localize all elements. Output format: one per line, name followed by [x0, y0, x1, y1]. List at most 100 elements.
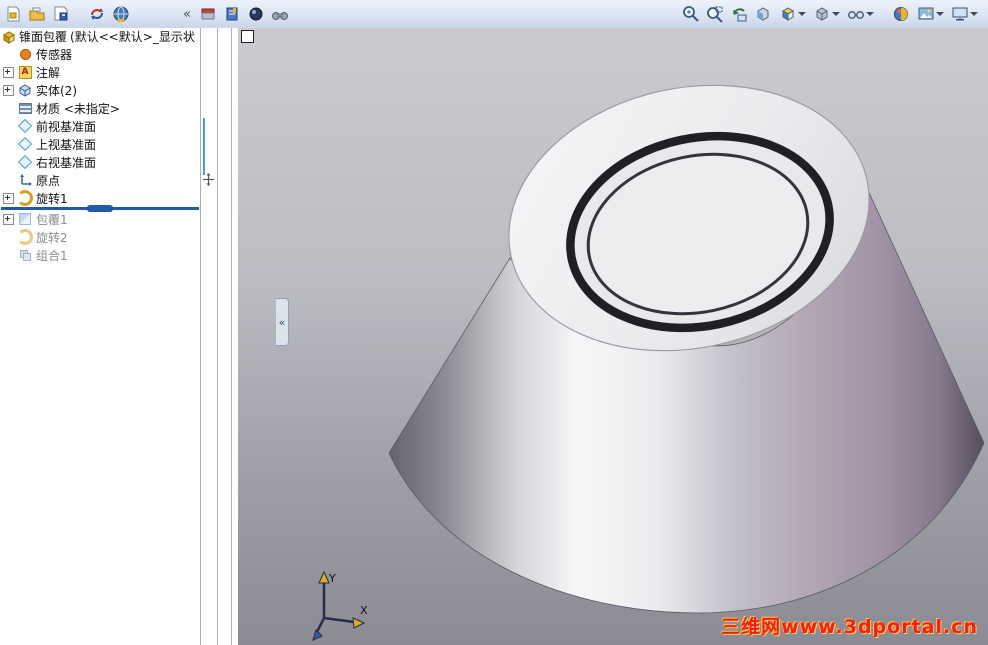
rebuild-button[interactable] [86, 3, 108, 25]
search-button[interactable] [269, 3, 291, 25]
triad-x-label: X [360, 604, 368, 617]
previous-view-button[interactable] [728, 3, 750, 25]
tree-item-label: 原点 [36, 173, 61, 188]
view-toolbar-group [680, 3, 980, 25]
save-document-button[interactable] [50, 3, 72, 25]
monitor-icon [952, 7, 967, 21]
display-style-button[interactable] [810, 3, 842, 25]
dropdown-caret-icon [969, 12, 978, 16]
rollback-bar[interactable] [1, 205, 199, 212]
apply-scene-button[interactable] [914, 3, 946, 25]
globe-icon [113, 6, 129, 22]
panel-collapse-tab[interactable]: « [276, 298, 289, 346]
open-document-button[interactable] [26, 3, 48, 25]
tree-item-revolve2[interactable]: 旋转2 [0, 228, 200, 246]
tree-root-item[interactable]: 锥面包覆 (默认<<默认>_显示状 [0, 28, 200, 45]
solid-bodies-icon [17, 83, 33, 97]
rebuild-icon [91, 8, 103, 20]
design-library-icon [226, 7, 238, 21]
feature-tree-panel: 锥面包覆 (默认<<默认>_显示状 传感器 注解 实体(2) [0, 28, 201, 645]
sensor-icon [17, 47, 33, 61]
part-icon [3, 30, 15, 44]
tree-item-material[interactable]: 材质 <未指定> [0, 99, 200, 117]
eyeglasses-icon [847, 11, 864, 19]
view-settings-button[interactable] [948, 3, 980, 25]
design-library-button[interactable] [221, 3, 243, 25]
tree-item-label: 上视基准面 [36, 137, 97, 152]
plane-icon [17, 118, 33, 134]
tree-item-label: 右视基准面 [36, 155, 97, 170]
tree-item-label: 组合1 [36, 248, 68, 263]
view-orientation-button[interactable] [776, 3, 808, 25]
magnifier-icon [683, 6, 699, 22]
file-toolbar-group [2, 3, 132, 25]
panel-collapse-group: « [179, 3, 195, 25]
dropdown-caret-icon [935, 12, 944, 16]
tree-item-label: 注解 [36, 65, 61, 80]
tree-item-annotations[interactable]: 注解 [0, 63, 200, 81]
collapse-panel-button[interactable]: « [179, 3, 195, 25]
tree-item-solid-bodies[interactable]: 实体(2) [0, 81, 200, 99]
main-toolbar: « [0, 0, 988, 29]
panel-toolbar-group [197, 3, 291, 25]
plane-icon [17, 154, 33, 170]
previous-view-icon [733, 8, 747, 22]
expand-icon[interactable] [3, 66, 14, 78]
origin-icon [17, 173, 33, 187]
expand-icon[interactable] [3, 192, 14, 204]
triad-y-label: Y [328, 572, 336, 585]
expand-icon[interactable] [3, 84, 14, 96]
move-arrows-icon [202, 171, 215, 190]
dropdown-caret-icon [865, 12, 874, 16]
tree-item-origin[interactable]: 原点 [0, 171, 200, 189]
tree-item-label: 实体(2) [36, 83, 77, 98]
graphics-viewport[interactable]: « Y X 三维网www.3dportal.cn [238, 28, 988, 645]
part-config-suffix: (默认<<默认>_显示状 [70, 30, 195, 44]
toolbox-button[interactable] [197, 3, 219, 25]
model-frustum[interactable] [238, 28, 988, 645]
panel-divider-line [231, 28, 232, 645]
part-name: 锥面包覆 [19, 30, 68, 44]
tree-item-sensors[interactable]: 传感器 [0, 45, 200, 63]
tree-item-label: 前视基准面 [36, 119, 97, 134]
view-cube-icon [781, 7, 794, 21]
section-view-button[interactable] [752, 3, 774, 25]
material-icon [17, 101, 33, 115]
appearance-sphere-icon [894, 7, 908, 21]
expand-icon[interactable] [3, 213, 14, 225]
application-window: « 锥面包覆 (默认<<默认>_显示状 传感器 A 注解 实体(2) 材质 <未… [0, 0, 988, 645]
edit-appearance-button[interactable] [890, 3, 912, 25]
cube-icon [19, 84, 31, 97]
zoom-to-area-button[interactable] [704, 3, 726, 25]
shaded-cube-icon [816, 7, 827, 21]
tree-item-label: 旋转1 [36, 191, 68, 206]
tree-item-front-plane[interactable]: 前视基准面 [0, 117, 200, 135]
options-button[interactable] [110, 3, 132, 25]
tree-item-wrap1[interactable]: 包覆1 [0, 210, 200, 228]
revolve-icon [17, 229, 33, 245]
save-icon [54, 6, 68, 21]
tree-item-combine1[interactable]: 组合1 [0, 246, 200, 264]
origin-axes-icon [20, 174, 32, 186]
tree-item-label: 包覆1 [36, 212, 68, 227]
new-document-icon [7, 6, 20, 22]
tree-item-label: 旋转2 [36, 230, 68, 245]
revolve-icon [17, 190, 33, 206]
hide-show-items-button[interactable] [844, 3, 876, 25]
file-explorer-button[interactable] [245, 3, 267, 25]
scene-icon [918, 7, 933, 20]
annotations-icon [17, 65, 33, 79]
panel-strip [201, 28, 238, 645]
section-view-icon [757, 7, 769, 21]
new-document-button[interactable] [2, 3, 24, 25]
panel-divider-line [217, 28, 218, 645]
wrap-icon [17, 212, 33, 226]
dropdown-caret-icon [797, 12, 806, 16]
tree-item-top-plane[interactable]: 上视基准面 [0, 135, 200, 153]
tree-item-label: 传感器 [36, 47, 73, 62]
open-folder-icon [29, 7, 45, 21]
combine-icon [17, 248, 33, 262]
tree-item-right-plane[interactable]: 右视基准面 [0, 153, 200, 171]
dropdown-caret-icon [831, 12, 840, 16]
zoom-to-fit-button[interactable] [680, 3, 702, 25]
